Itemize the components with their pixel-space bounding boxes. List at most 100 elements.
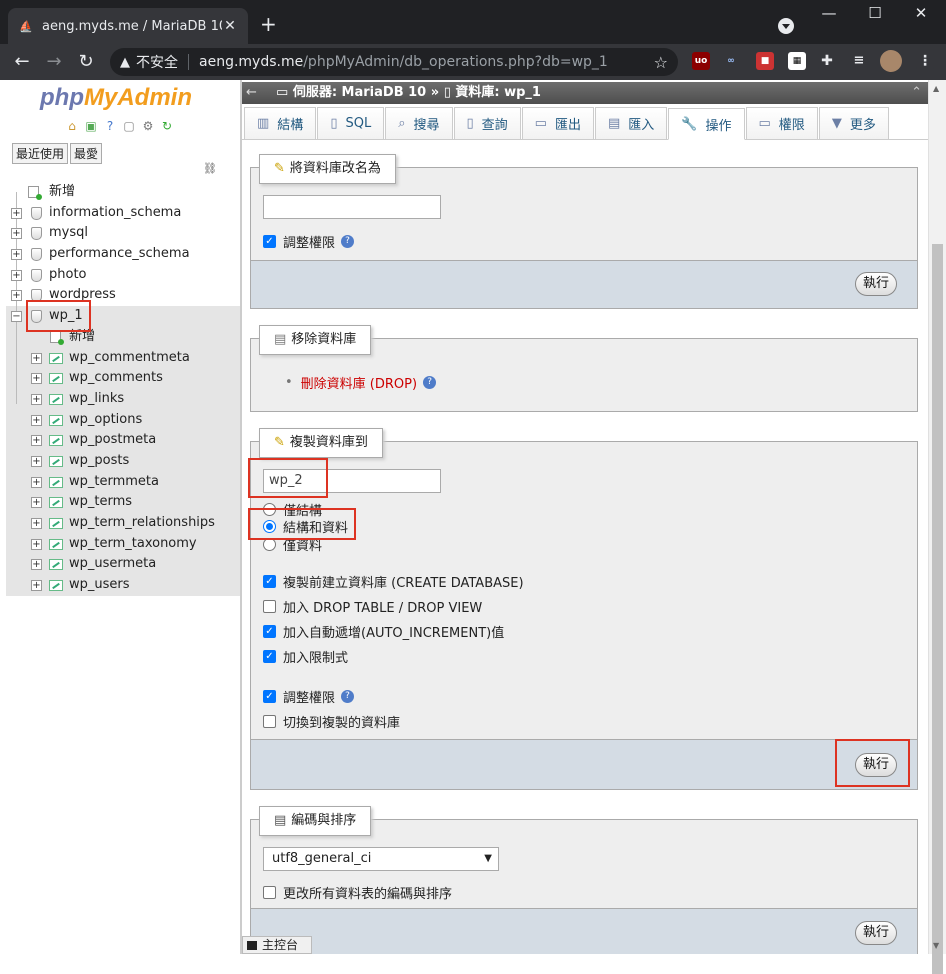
address-bar[interactable]: ▲ 不安全 aeng.myds.me /phpMyAdmin/db_operat… xyxy=(110,48,678,76)
checkbox-unchecked-icon[interactable] xyxy=(263,715,276,728)
tab-item-6[interactable]: 🔧 操作 xyxy=(668,108,745,140)
expand-icon[interactable]: + xyxy=(31,352,42,364)
expand-icon[interactable]: + xyxy=(31,476,42,488)
constraints-checkbox[interactable]: ✓ 加入限制式 xyxy=(263,647,348,666)
tab-item-5[interactable]: ▤ 匯入 xyxy=(594,107,668,139)
checkbox-checked-icon[interactable]: ✓ xyxy=(263,625,276,638)
bookmark-star-icon[interactable]: ☆ xyxy=(654,53,668,72)
tab-item-2[interactable]: ⌕ 搜尋 xyxy=(385,107,453,139)
radio-data-only[interactable]: 僅資料 xyxy=(263,537,322,554)
scroll-down-icon[interactable]: ▼ xyxy=(933,941,939,950)
extensions-puzzle-icon[interactable]: ✚ xyxy=(818,52,836,70)
checkbox-unchecked-icon[interactable] xyxy=(263,600,276,613)
tree-table-wp-postmeta[interactable]: + wp_postmeta xyxy=(6,430,240,451)
copy-adjust-privileges-checkbox[interactable]: ✓ 調整權限 ? xyxy=(263,687,355,706)
tree-table-wp-options[interactable]: + wp_options xyxy=(6,410,240,431)
tree-db-mysql[interactable]: + mysql xyxy=(6,223,240,244)
expand-icon[interactable]: + xyxy=(11,290,22,302)
collapse-icon[interactable]: − xyxy=(11,311,22,323)
expand-icon[interactable]: + xyxy=(31,455,42,467)
expand-icon[interactable]: + xyxy=(31,580,42,592)
expand-icon[interactable]: + xyxy=(11,269,22,281)
tree-table-wp-term-taxonomy[interactable]: + wp_term_taxonomy xyxy=(6,534,240,555)
logout-icon[interactable]: ▣ xyxy=(83,118,99,134)
rename-go-button[interactable]: 執行 xyxy=(855,272,897,296)
help-icon[interactable]: ? xyxy=(102,118,118,134)
expand-icon[interactable]: + xyxy=(31,497,42,509)
minimize-icon[interactable]: — xyxy=(814,4,844,22)
forward-icon[interactable]: → xyxy=(42,50,66,74)
favorites-tab[interactable]: 最愛 xyxy=(70,143,103,164)
help-icon[interactable]: ? xyxy=(341,690,355,703)
tree-db-information-schema[interactable]: + information_schema xyxy=(6,203,240,224)
tree-table-wp-term-relationships[interactable]: + wp_term_relationships xyxy=(6,513,240,534)
radio-structure-only[interactable]: 僅結構 xyxy=(263,502,322,519)
drop-database-link[interactable]: • 刪除資料庫 (DROP) ? xyxy=(285,373,437,392)
refresh-icon[interactable]: ↻ xyxy=(159,118,175,134)
tree-table-wp-termmeta[interactable]: + wp_termmeta xyxy=(6,472,240,493)
ublock-icon[interactable]: uo xyxy=(692,52,710,70)
expand-icon[interactable]: + xyxy=(31,538,42,550)
window-close-icon[interactable]: ✕ xyxy=(906,4,936,22)
profile-menu-icon[interactable] xyxy=(778,18,794,34)
maximize-icon[interactable]: ☐ xyxy=(860,4,890,22)
auto-increment-checkbox[interactable]: ✓ 加入自動遞增(AUTO_INCREMENT)值 xyxy=(263,622,504,641)
console-toggle[interactable]: 主控台 xyxy=(242,936,312,954)
media-control-icon[interactable]: ≡ xyxy=(850,52,868,70)
link-extension-icon[interactable]: ∞ xyxy=(722,52,740,70)
tree-db-wp-1[interactable]: − wp_1 xyxy=(6,306,240,327)
checkbox-unchecked-icon[interactable] xyxy=(263,886,276,899)
reload-icon[interactable]: ↻ xyxy=(74,50,98,74)
expand-icon[interactable]: + xyxy=(31,435,42,447)
home-icon[interactable]: ⌂ xyxy=(64,118,80,134)
rename-adjust-privileges-checkbox[interactable]: ✓ 調整權限 ? xyxy=(263,232,355,251)
tab-more[interactable]: ▼ 更多 xyxy=(818,107,889,139)
gear-icon[interactable]: ⚙ xyxy=(140,118,156,134)
tree-table-wp-usermeta[interactable]: + wp_usermeta xyxy=(6,554,240,575)
checkbox-checked-icon[interactable]: ✓ xyxy=(263,690,276,703)
phpmyadmin-logo[interactable]: phpMyAdmin xyxy=(40,84,192,112)
collapse-nav-button[interactable]: ← xyxy=(246,82,257,104)
tree-table-wp-terms[interactable]: + wp_terms xyxy=(6,492,240,513)
tab-item-0[interactable]: ▥ 結構 xyxy=(244,107,317,139)
tree-table-wp-posts[interactable]: + wp_posts xyxy=(6,451,240,472)
back-icon[interactable]: ← xyxy=(10,50,34,74)
expand-icon[interactable]: + xyxy=(31,559,42,571)
expand-icon[interactable]: + xyxy=(11,249,22,261)
create-database-checkbox[interactable]: ✓ 複製前建立資料庫 (CREATE DATABASE) xyxy=(263,572,524,591)
copy-go-button[interactable]: 執行 xyxy=(855,753,897,777)
help-icon[interactable]: ? xyxy=(341,235,355,248)
tree-new-table[interactable]: 新增 xyxy=(6,327,240,348)
radio-unselected-icon[interactable] xyxy=(263,503,276,516)
expand-icon[interactable]: + xyxy=(31,373,42,385)
checkbox-checked-icon[interactable]: ✓ xyxy=(263,235,276,248)
tree-new-database[interactable]: 新增 xyxy=(6,182,240,203)
tab-item-1[interactable]: ▯ SQL xyxy=(317,107,385,139)
new-database-name-input[interactable] xyxy=(263,195,441,219)
change-all-tables-collation-checkbox[interactable]: 更改所有資料表的編碼與排序 xyxy=(263,883,452,902)
avatar[interactable] xyxy=(880,50,902,72)
checkbox-checked-icon[interactable]: ✓ xyxy=(263,650,276,663)
radio-selected-icon[interactable] xyxy=(263,520,276,533)
drop-table-checkbox[interactable]: 加入 DROP TABLE / DROP VIEW xyxy=(263,597,482,616)
link-with-main-icon[interactable]: ⛓ xyxy=(203,162,217,175)
expand-icon[interactable]: + xyxy=(31,518,42,529)
tree-db-wordpress[interactable]: + wordpress xyxy=(6,285,240,306)
browser-menu-icon[interactable]: ⋮ xyxy=(916,52,934,70)
scroll-top-icon[interactable]: ⌃ xyxy=(911,82,922,104)
radio-unselected-icon[interactable] xyxy=(263,538,276,551)
new-tab-button[interactable]: + xyxy=(260,14,277,34)
scrollbar-thumb[interactable] xyxy=(932,244,943,974)
tab-item-7[interactable]: ▭ 權限 xyxy=(745,107,818,139)
tree-table-wp-comments[interactable]: + wp_comments xyxy=(6,368,240,389)
switch-to-copy-checkbox[interactable]: 切換到複製的資料庫 xyxy=(263,712,400,731)
breadcrumb-database[interactable]: 資料庫: wp_1 xyxy=(455,85,541,100)
collation-select[interactable]: utf8_general_ci ▼ xyxy=(263,847,499,871)
checkbox-checked-icon[interactable]: ✓ xyxy=(263,575,276,588)
tab-item-4[interactable]: ▭ 匯出 xyxy=(521,107,594,139)
copy-database-name-input[interactable]: wp_2 xyxy=(263,469,441,493)
browser-tab[interactable]: ⛵ aeng.myds.me / MariaDB 10 / v ✕ xyxy=(8,8,248,44)
flag-extension-icon[interactable]: ■ xyxy=(756,52,774,70)
tree-table-wp-commentmeta[interactable]: + wp_commentmeta xyxy=(6,348,240,369)
expand-icon[interactable]: + xyxy=(11,228,22,240)
